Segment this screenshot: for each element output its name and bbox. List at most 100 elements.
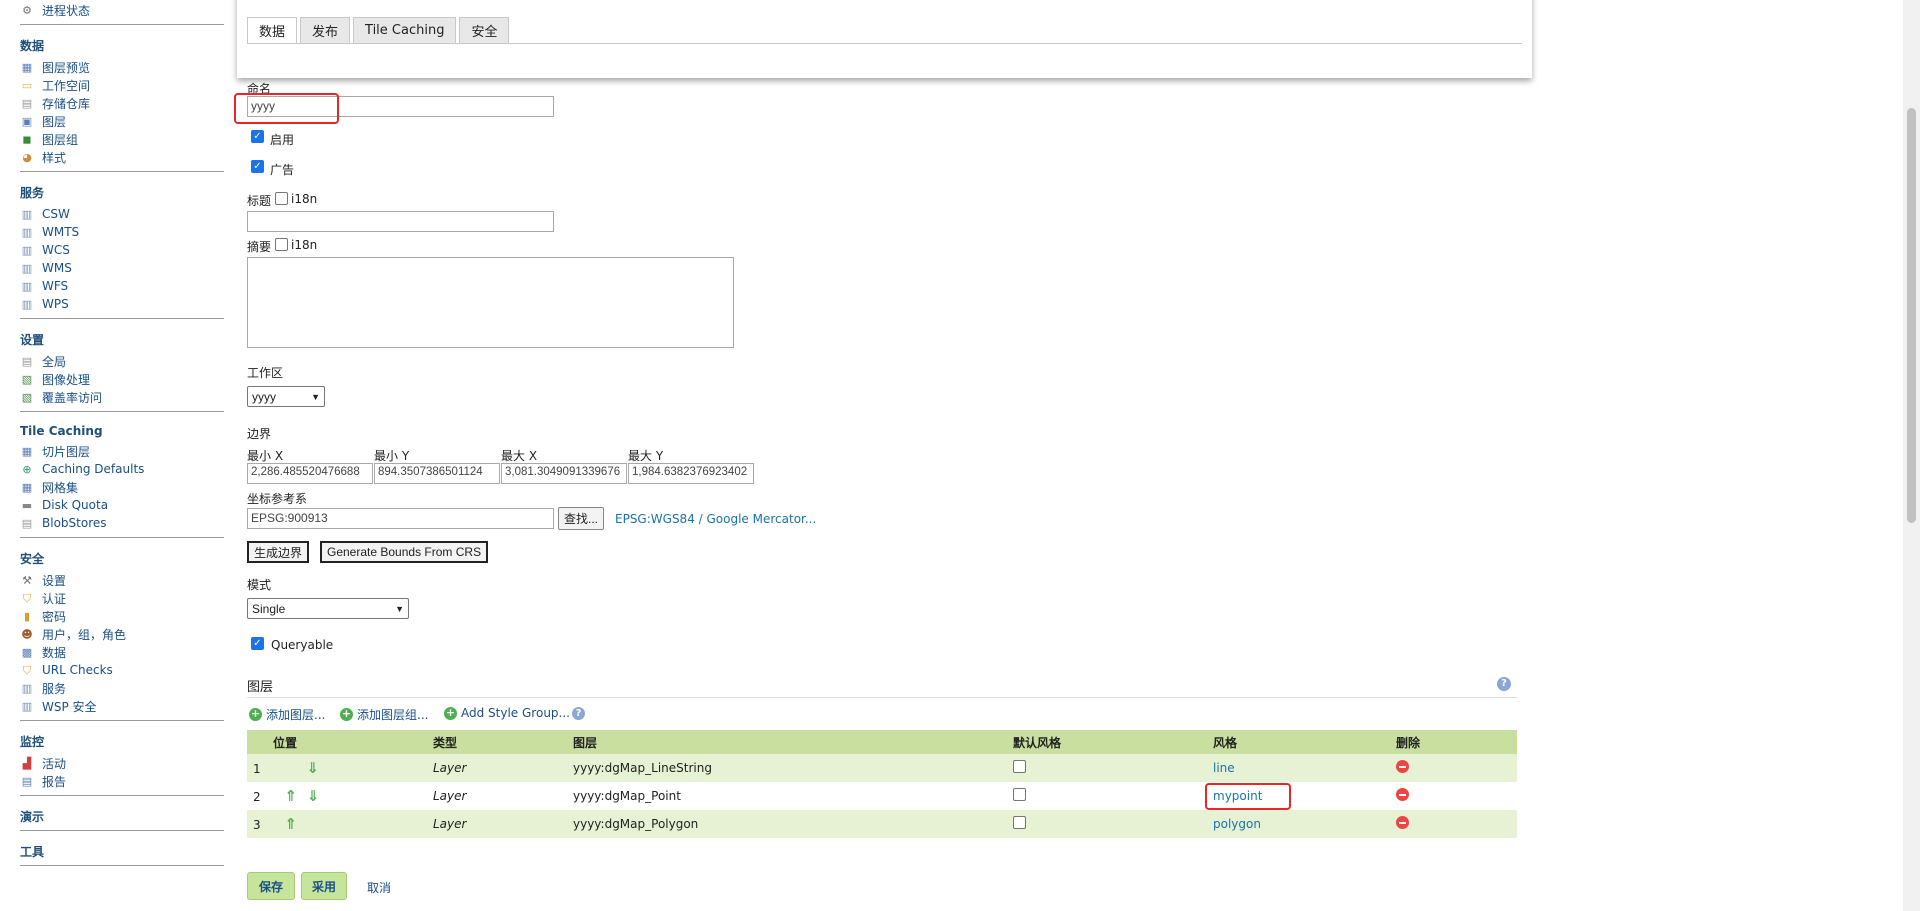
title-i18n-checkbox[interactable] <box>275 192 288 205</box>
sidebar-item[interactable]: ▟ 活动 <box>20 754 224 772</box>
delete-icon[interactable] <box>1396 788 1409 801</box>
tab-data[interactable]: 数据 <box>247 17 298 43</box>
sidebar-item-label: WCS <box>42 243 70 257</box>
sidebar-item[interactable]: ☻ 用户，组，角色 <box>20 625 224 643</box>
style-cell: line <box>1207 754 1390 782</box>
move-up-arrow-icon[interactable]: ⇑ <box>284 787 297 805</box>
default-style-checkbox[interactable] <box>1013 788 1026 801</box>
minx-field[interactable]: 2,286.485520476688 <box>247 463 373 484</box>
sidebar-divider <box>20 411 224 412</box>
maxx-field[interactable]: 3,081.3049091339676 <box>501 463 627 484</box>
sidebar-item-label: 存储仓库 <box>42 96 91 111</box>
add-layer-label: 添加图层... <box>266 708 326 722</box>
apply-button[interactable]: 采用 <box>301 872 347 900</box>
sidebar-item[interactable]: ▤ BlobStores <box>20 514 224 532</box>
sidebar-item[interactable]: ▥ WCS <box>20 241 224 259</box>
sidebar-item[interactable]: ⛉ 认证 <box>20 589 224 607</box>
sidebar-item[interactable]: ▦ 网格集 <box>20 478 224 496</box>
sidebar-section-title[interactable]: 演示 <box>20 808 224 825</box>
title-field[interactable] <box>247 211 554 232</box>
database-icon: ▤ <box>21 516 33 530</box>
type-cell: Layer <box>427 810 567 838</box>
sidebar-item[interactable]: ▤ 全局 <box>20 352 224 370</box>
sidebar-item[interactable]: ▥ 服务 <box>20 679 224 697</box>
sidebar-item-label: 活动 <box>42 756 67 771</box>
sidebar-item[interactable]: ▥ WMTS <box>20 223 224 241</box>
abstract-textarea[interactable] <box>247 257 734 348</box>
miny-field[interactable]: 894.3507386501124 <box>374 463 500 484</box>
tab-security[interactable]: 安全 <box>459 17 510 43</box>
bar-chart-icon: ▟ <box>22 756 32 770</box>
maxx-label: 最大 X <box>501 449 538 463</box>
style-link[interactable]: line <box>1213 761 1235 775</box>
layer-name-cell: yyyy:dgMap_Polygon <box>567 810 1007 838</box>
sidebar-item[interactable]: ▮ 密码 <box>20 607 224 625</box>
crs-link[interactable]: EPSG:WGS84 / Google Mercator... <box>615 512 816 526</box>
sidebar-item[interactable]: ⛉ URL Checks <box>20 661 224 679</box>
advertised-checkbox[interactable]: ✓ <box>251 160 264 173</box>
queryable-checkbox[interactable]: ✓ <box>251 637 264 650</box>
tab-tile-caching[interactable]: Tile Caching <box>353 17 457 43</box>
sidebar-section-title[interactable]: Tile Caching <box>20 424 224 438</box>
sidebar-section-title[interactable]: 服务 <box>20 184 224 201</box>
maxy-field[interactable]: 1,984.6382376923402 <box>628 463 754 484</box>
add-style-group-link[interactable]: + Add Style Group... ? <box>444 706 585 720</box>
add-layer-group-link[interactable]: + 添加图层组... <box>340 706 428 723</box>
add-style-group-label: Add Style Group... <box>461 706 570 720</box>
tab-divider <box>247 43 1522 44</box>
delete-icon[interactable] <box>1396 816 1409 829</box>
add-layer-link[interactable]: + 添加图层... <box>249 706 325 723</box>
move-up-arrow-icon[interactable]: ⇑ <box>284 815 297 833</box>
cancel-link[interactable]: 取消 <box>367 879 391 896</box>
sidebar-item[interactable]: ▤ 存储仓库 <box>20 94 224 112</box>
move-down-arrow-icon[interactable]: ⇓ <box>307 787 320 805</box>
page-scrollbar[interactable] <box>1903 0 1920 911</box>
sidebar-item[interactable]: ▧ 覆盖率访问 <box>20 388 224 406</box>
generate-bounds-button[interactable]: 生成边界 <box>247 541 310 563</box>
delete-icon[interactable] <box>1396 760 1409 773</box>
scrollbar-thumb[interactable] <box>1907 108 1916 523</box>
sidebar-item[interactable]: ⚙ 进程状态 <box>20 1 224 19</box>
enabled-checkbox[interactable]: ✓ <box>251 130 264 143</box>
delete-cell <box>1390 782 1517 810</box>
sidebar-item[interactable]: ▧ 图像处理 <box>20 370 224 388</box>
sidebar-item[interactable]: ▣ 图层 <box>20 112 224 130</box>
sidebar-item[interactable]: ⊕ Caching Defaults <box>20 460 224 478</box>
sidebar-item[interactable]: ◕ 样式 <box>20 148 224 166</box>
sidebar-item[interactable]: ▥ CSW <box>20 205 224 223</box>
sidebar-item[interactable]: ▥ WFS <box>20 277 224 295</box>
abstract-i18n-checkbox[interactable] <box>275 238 288 251</box>
sidebar-item[interactable]: ▥ WMS <box>20 259 224 277</box>
sidebar-item[interactable]: ▥ WPS <box>20 295 224 313</box>
style-cell: mypoint <box>1205 782 1390 810</box>
sidebar-item[interactable]: ▭ 工作空间 <box>20 76 224 94</box>
workspace-select[interactable]: yyyy ▼ <box>247 386 325 407</box>
sidebar-item[interactable]: ⚒ 设置 <box>20 571 224 589</box>
mode-select[interactable]: Single ▼ <box>247 598 409 619</box>
sidebar-section-title[interactable]: 安全 <box>20 550 224 567</box>
sidebar-item[interactable]: ▦ 图层预览 <box>20 58 224 76</box>
help-icon[interactable]: ? <box>571 706 585 720</box>
sidebar-section-title[interactable]: 监控 <box>20 733 224 750</box>
default-style-checkbox[interactable] <box>1013 760 1026 773</box>
sidebar-item[interactable]: ▤ 报告 <box>20 772 224 790</box>
save-button[interactable]: 保存 <box>247 872 295 900</box>
move-down-arrow-icon[interactable]: ⇓ <box>306 759 319 777</box>
sidebar-item[interactable]: ▩ 数据 <box>20 643 224 661</box>
crs-field[interactable]: EPSG:900913 <box>247 508 554 529</box>
sidebar-item[interactable]: ◼ 图层组 <box>20 130 224 148</box>
tab-publishing[interactable]: 发布 <box>300 17 351 43</box>
sidebar-item[interactable]: ▬ Disk Quota <box>20 496 224 514</box>
default-style-checkbox[interactable] <box>1013 816 1026 829</box>
sidebar-section-title[interactable]: 工具 <box>20 843 224 860</box>
position-cell: 1 ⇓ <box>247 754 427 782</box>
help-icon[interactable]: ? <box>1497 677 1511 691</box>
sidebar-item[interactable]: ▦ 切片图层 <box>20 442 224 460</box>
find-crs-button[interactable]: 查找... <box>558 507 605 530</box>
sidebar-section-title[interactable]: 数据 <box>20 37 224 54</box>
sidebar-item[interactable]: ▥ WSP 安全 <box>20 697 224 715</box>
style-link[interactable]: polygon <box>1213 817 1261 831</box>
sidebar-section-title[interactable]: 设置 <box>20 331 224 348</box>
generate-bounds-from-crs-button[interactable]: Generate Bounds From CRS <box>320 541 489 563</box>
table-row: 2 ⇑ ⇓ Layer yyyy:dgMap_Point mypoint <box>247 782 1517 810</box>
